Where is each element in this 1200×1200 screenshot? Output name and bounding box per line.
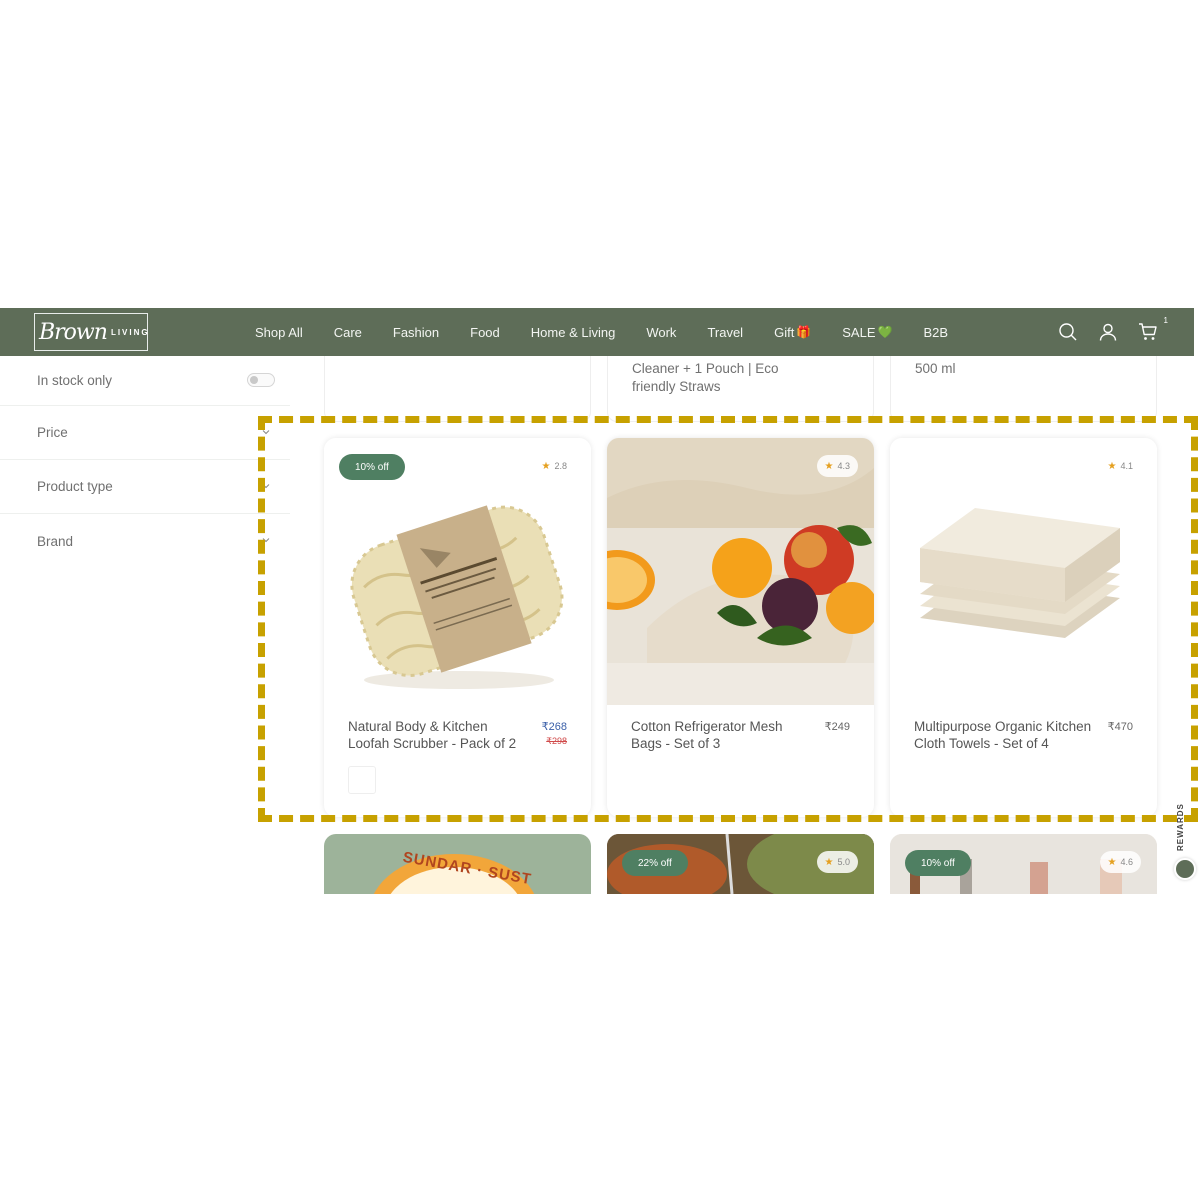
product-price: ₹470 <box>1107 721 1133 733</box>
discount-badge: 10% off <box>339 454 405 480</box>
rewards-tab[interactable]: REWARDS <box>1176 798 1192 856</box>
discount-badge: 10% off <box>905 850 971 876</box>
account-icon[interactable] <box>1098 322 1118 342</box>
filter-in-stock[interactable]: In stock only <box>0 356 290 406</box>
product-card-partial[interactable]: 500 ml <box>890 356 1157 422</box>
star-icon: ★ <box>824 856 834 868</box>
product-price: ₹268 <box>541 721 567 733</box>
chevron-down-icon <box>262 538 270 543</box>
nav-fashion[interactable]: Fashion <box>393 325 439 340</box>
nav-food[interactable]: Food <box>470 325 500 340</box>
star-icon: ★ <box>541 460 551 472</box>
nav-travel[interactable]: Travel <box>707 325 743 340</box>
filter-sidebar: In stock only Price Product type Brand <box>0 356 290 568</box>
product-card-partial[interactable]: 10% off ★ 4.6 <box>890 834 1157 894</box>
green-heart-icon: 💚 <box>877 325 893 339</box>
search-icon[interactable] <box>1058 322 1078 342</box>
nav-care[interactable]: Care <box>334 325 362 340</box>
product-card[interactable]: 10% off ★ 2.8 Natural Body & Kitchen Loof… <box>324 438 591 817</box>
product-title[interactable]: Multipurpose Organic Kitchen Cloth Towel… <box>914 718 1094 752</box>
brand-logo[interactable]: Brown LIVING <box>34 313 148 351</box>
nav-gift[interactable]: Gift 🎁 <box>774 325 811 340</box>
gift-icon: 🎁 <box>796 325 812 339</box>
nav-shop-all[interactable]: Shop All <box>255 325 303 340</box>
page-viewport: Brown LIVING Shop All Care Fashion Food … <box>0 308 1200 894</box>
cart-count-badge: 1 <box>1163 316 1168 325</box>
star-icon: ★ <box>1107 856 1117 868</box>
discount-badge: 22% off <box>622 850 688 876</box>
filter-brand-label: Brand <box>37 533 74 549</box>
variant-swatch[interactable] <box>348 766 376 794</box>
product-title[interactable]: Cotton Refrigerator Mesh Bags - Set of 3 <box>631 718 811 752</box>
filter-brand[interactable]: Brand <box>0 514 290 568</box>
filter-price[interactable]: Price <box>0 406 290 460</box>
star-icon: ★ <box>1107 460 1117 472</box>
product-image-loofah[interactable]: 10% off ★ 2.8 <box>324 438 591 705</box>
cart-icon[interactable]: 1 <box>1138 316 1168 342</box>
main-nav: Shop All Care Fashion Food Home & Living… <box>255 308 979 356</box>
rewards-icon[interactable] <box>1174 858 1196 880</box>
product-title[interactable]: Natural Body & Kitchen Loofah Scrubber -… <box>348 718 528 752</box>
nav-b2b[interactable]: B2B <box>923 325 948 340</box>
logo-subtitle: LIVING <box>110 327 150 337</box>
in-stock-toggle[interactable] <box>247 373 275 387</box>
product-card-partial[interactable]: SUNDAR · SUST <box>324 834 591 894</box>
product-card[interactable]: ★ 4.1 Multipurpose Organic Kitchen Cloth … <box>890 438 1157 817</box>
rating-pill: ★ 4.6 <box>1099 851 1141 873</box>
filter-product-type-label: Product type <box>37 479 113 494</box>
filter-product-type[interactable]: Product type <box>0 460 290 514</box>
rating-pill: ★ 4.1 <box>1099 455 1141 477</box>
header-actions: 1 <box>1058 308 1168 356</box>
product-image-mesh-bags[interactable]: ★ 4.3 <box>607 438 874 705</box>
product-image-cloth-towels[interactable]: ★ 4.1 <box>890 438 1157 705</box>
filter-price-label: Price <box>37 425 68 440</box>
rating-pill: ★ 5.0 <box>816 851 858 873</box>
rating-pill: ★ 2.8 <box>533 455 575 477</box>
nav-home-living[interactable]: Home & Living <box>531 325 616 340</box>
filter-in-stock-label: In stock only <box>37 373 113 388</box>
logo-script: Brown <box>39 319 108 345</box>
product-card-partial[interactable] <box>324 356 591 422</box>
chevron-down-icon <box>262 484 270 489</box>
nav-sale[interactable]: SALE 💚 <box>842 325 892 340</box>
site-header: Brown LIVING Shop All Care Fashion Food … <box>0 308 1194 356</box>
product-card[interactable]: ★ 4.3 Cotton Refrigerator Mesh Bags - Set… <box>607 438 874 817</box>
product-title-partial: Cleaner + 1 Pouch | Eco friendly Straws <box>632 361 779 394</box>
product-compare-price: ₹298 <box>546 736 567 746</box>
product-card-partial[interactable]: Cleaner + 1 Pouch | Eco friendly Straws <box>607 356 874 422</box>
product-price: ₹249 <box>824 721 850 733</box>
nav-work[interactable]: Work <box>646 325 676 340</box>
product-card-partial[interactable]: 22% off ★ 5.0 <box>607 834 874 894</box>
rating-pill: ★ 4.3 <box>816 455 858 477</box>
star-icon: ★ <box>824 460 834 472</box>
product-title-partial: 500 ml <box>915 361 956 376</box>
chevron-down-icon <box>262 430 270 435</box>
